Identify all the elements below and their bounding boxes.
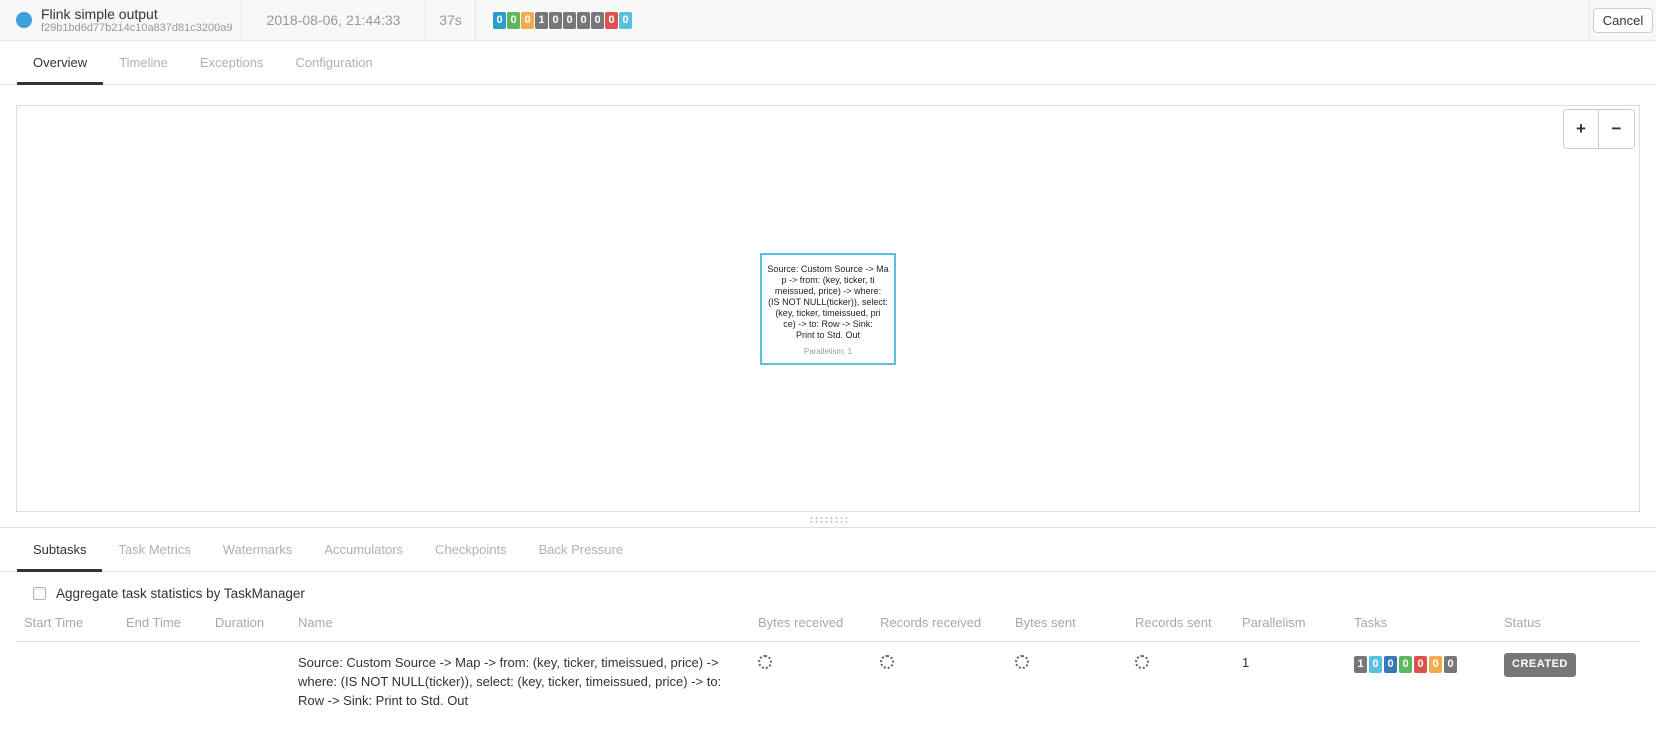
cell-start-time (16, 642, 118, 722)
aggregate-checkbox[interactable] (33, 587, 46, 600)
aggregate-row: Aggregate task statistics by TaskManager (0, 572, 1656, 603)
status-count-badge: 0 (591, 12, 604, 29)
status-count-badge: 1 (1354, 656, 1367, 673)
job-id: f29b1bd6d77b214c10a837d81c3200a9 (41, 22, 232, 35)
job-status-dot-icon (16, 12, 32, 28)
cell-bytes-received (750, 642, 872, 722)
tab-back-pressure[interactable]: Back Pressure (523, 528, 640, 572)
job-name: Flink simple output (41, 6, 232, 22)
job-header-bar: Flink simple output f29b1bd6d77b214c10a8… (0, 0, 1656, 41)
job-start-timestamp: 2018-08-06, 21:44:33 (242, 0, 426, 40)
loading-spinner-icon (1015, 655, 1029, 669)
tab-accumulators[interactable]: Accumulators (308, 528, 419, 572)
cell-records-sent (1127, 642, 1234, 722)
tab-exceptions[interactable]: Exceptions (184, 41, 280, 85)
loading-spinner-icon (880, 655, 894, 669)
col-tasks: Tasks (1346, 603, 1496, 642)
tab-watermarks[interactable]: Watermarks (207, 528, 309, 572)
graph-node-parallelism: Parallelism: 1 (765, 347, 891, 356)
col-records-received: Records received (872, 603, 1007, 642)
header-spacer (647, 0, 1589, 40)
cell-parallelism: 1 (1234, 642, 1346, 722)
table-header-row: Start Time End Time Duration Name Bytes … (16, 603, 1640, 642)
cancel-job-button[interactable]: Cancel (1593, 8, 1653, 33)
status-count-badge: 0 (1399, 656, 1412, 673)
col-duration: Duration (207, 603, 290, 642)
cell-bytes-sent (1007, 642, 1127, 722)
zoom-in-button[interactable]: + (1564, 110, 1599, 148)
tab-timeline[interactable]: Timeline (103, 41, 184, 85)
status-count-badge: 0 (507, 12, 520, 29)
job-tabbar: Overview Timeline Exceptions Configurati… (0, 41, 1656, 85)
cell-task-name: Source: Custom Source -> Map -> from: (k… (290, 642, 750, 722)
status-count-badge: 0 (521, 12, 534, 29)
col-start-time: Start Time (16, 603, 118, 642)
table-row[interactable]: Source: Custom Source -> Map -> from: (k… (16, 642, 1640, 722)
panel-resize-handle[interactable] (0, 512, 1656, 527)
status-count-badge: 0 (1384, 656, 1397, 673)
col-records-sent: Records sent (1127, 603, 1234, 642)
status-count-badge: 0 (1444, 656, 1457, 673)
graph-zoom-controls: + − (1563, 109, 1635, 149)
status-count-badge: 0 (1414, 656, 1427, 673)
status-count-badge: 0 (493, 12, 506, 29)
job-duration: 37s (426, 0, 476, 40)
job-task-status-badges: 0001000000 (476, 0, 647, 40)
status-count-badge: 0 (605, 12, 618, 29)
tab-configuration[interactable]: Configuration (279, 41, 388, 85)
col-bytes-received: Bytes received (750, 603, 872, 642)
status-count-badge: 0 (1429, 656, 1442, 673)
status-count-badge: 0 (563, 12, 576, 29)
status-count-badge: 0 (577, 12, 590, 29)
cell-end-time (118, 642, 207, 722)
tab-overview[interactable]: Overview (17, 41, 103, 85)
col-end-time: End Time (118, 603, 207, 642)
status-badge: CREATED (1504, 653, 1576, 677)
tab-subtasks[interactable]: Subtasks (17, 528, 102, 572)
subtasks-table: Start Time End Time Duration Name Bytes … (16, 603, 1640, 721)
col-status: Status (1496, 603, 1640, 642)
col-parallelism: Parallelism (1234, 603, 1346, 642)
zoom-out-button[interactable]: − (1599, 110, 1634, 148)
aggregate-checkbox-label: Aggregate task statistics by TaskManager (56, 586, 305, 601)
status-count-badge: 0 (619, 12, 632, 29)
loading-spinner-icon (758, 655, 772, 669)
tab-checkpoints[interactable]: Checkpoints (419, 528, 523, 572)
cell-duration (207, 642, 290, 722)
job-graph-canvas[interactable]: + − Source: Custom Source -> Ma p -> fro… (16, 105, 1640, 512)
cell-records-received (872, 642, 1007, 722)
col-name: Name (290, 603, 750, 642)
cell-tasks-badges: 1000000 (1346, 642, 1496, 722)
status-count-badge: 1 (535, 12, 548, 29)
status-count-badge: 0 (549, 12, 562, 29)
tab-task-metrics[interactable]: Task Metrics (102, 528, 206, 572)
graph-node-label: Source: Custom Source -> Ma p -> from: (… (765, 264, 891, 341)
col-bytes-sent: Bytes sent (1007, 603, 1127, 642)
loading-spinner-icon (1135, 655, 1149, 669)
cancel-section: Cancel (1589, 0, 1656, 40)
status-count-badge: 0 (1369, 656, 1382, 673)
drag-handle-dots-icon (809, 516, 847, 524)
job-title-section: Flink simple output f29b1bd6d77b214c10a8… (0, 0, 242, 40)
detail-tabbar: Subtasks Task Metrics Watermarks Accumul… (0, 527, 1656, 572)
cell-status: CREATED (1496, 642, 1640, 722)
job-graph-node[interactable]: Source: Custom Source -> Ma p -> from: (… (760, 253, 896, 365)
